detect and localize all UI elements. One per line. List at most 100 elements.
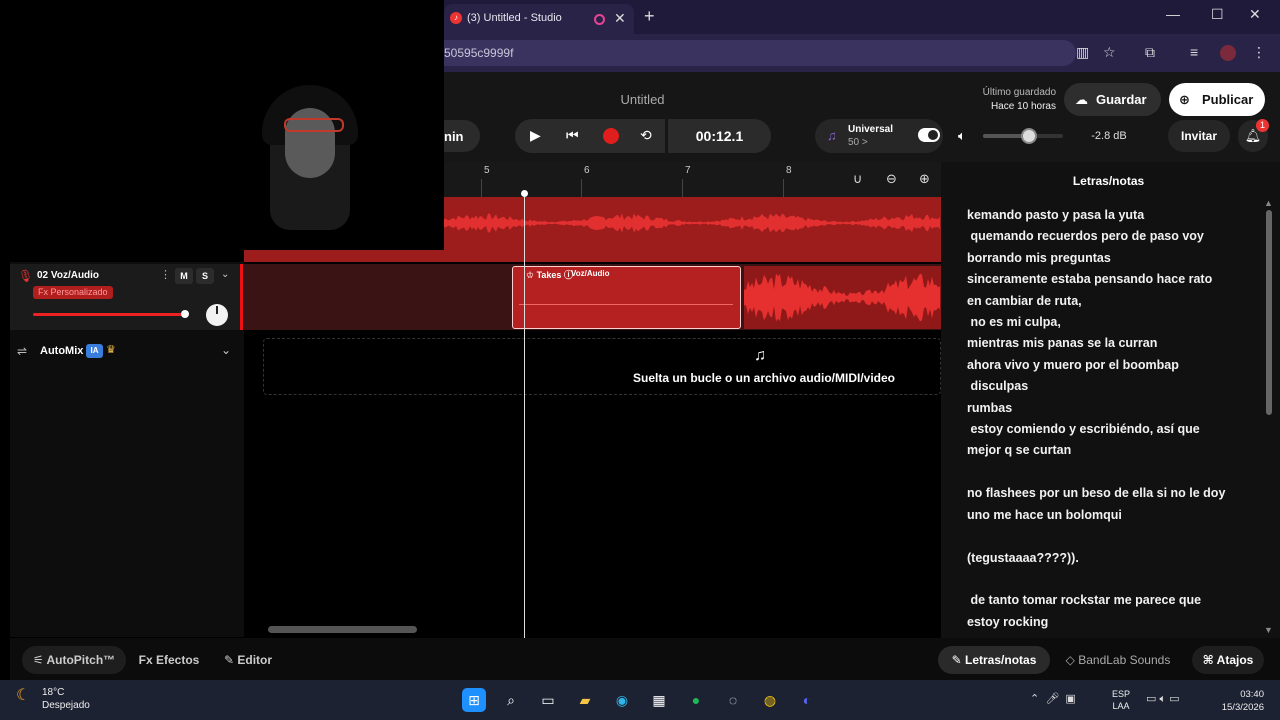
automix-chevron-icon[interactable]: ⌄ [221, 343, 231, 357]
track-menu-icon[interactable]: ⋮ [160, 268, 171, 281]
browser-tab[interactable]: ♪ (3) Untitled - Studio ✕ [444, 4, 634, 34]
scroll-down-icon[interactable]: ▼ [1264, 625, 1273, 635]
track1-audio-region[interactable] [444, 197, 941, 249]
ruler-mark: 5 [484, 165, 490, 176]
lyrics-textarea[interactable]: kemando pasto y pasa la yuta quemando re… [967, 205, 1257, 633]
autopitch-button[interactable]: ⚟ AutoPitch™ [22, 646, 126, 674]
track2-volume-slider[interactable] [33, 313, 185, 316]
discord-icon[interactable]: ◐ [795, 688, 819, 712]
taskbar-clock[interactable]: 03:40 15/3/2026 [1212, 688, 1264, 714]
webcam-overlay [0, 0, 444, 250]
url-field[interactable]: 50595c9999f [444, 40, 1076, 66]
audio-clip[interactable] [744, 266, 941, 329]
microphone-icon[interactable]: 🎙︎ [18, 269, 33, 283]
publish-button[interactable]: ⊕ Publicar [1169, 83, 1265, 116]
zoom-out-icon[interactable]: ⊖ [886, 171, 897, 187]
language-indicator[interactable]: ESP LAA [1112, 688, 1130, 712]
clip-flat-waveform [519, 304, 733, 305]
minimize-icon[interactable]: — [1166, 6, 1180, 22]
bookmark-star-icon[interactable]: ☆ [1103, 44, 1116, 61]
ruler-tick [783, 179, 784, 197]
magnet-snap-icon[interactable]: ∪ [853, 171, 863, 187]
shortcuts-button[interactable]: ⌘ Atajos [1192, 646, 1264, 674]
time-display[interactable]: 00:12.1 [668, 119, 771, 153]
track1-lane-bottom [244, 249, 941, 262]
lyrics-panel-title: Letras/notas [1072, 174, 1145, 188]
globe-icon: ⊕ [1179, 92, 1190, 107]
chevron-down-icon[interactable]: ⌄ [221, 269, 229, 280]
loop-icon[interactable]: ⟲ [640, 127, 652, 144]
maximize-icon[interactable]: ☐ [1211, 6, 1224, 23]
play-icon[interactable]: ▶ [530, 127, 541, 144]
mute-button[interactable]: M [175, 268, 193, 284]
track2-waveform [744, 273, 940, 322]
drop-zone-text: Suelta un bucle o un archivo audio/MIDI/… [632, 371, 896, 385]
ruler-mark: 6 [584, 165, 590, 176]
spotify-icon[interactable]: ● [684, 688, 708, 712]
reading-mode-icon[interactable]: ▥ [1076, 44, 1089, 61]
automix-sliders-icon: ⇌ [17, 344, 28, 358]
record-button[interactable] [603, 128, 619, 144]
effects-button[interactable]: Fx Efectos [130, 646, 208, 674]
clip-takes-label: ♔ Takes ⓘ [526, 270, 573, 280]
app-icon[interactable]: ◌ [721, 688, 745, 712]
horizontal-scrollbar[interactable] [268, 626, 417, 633]
chrome-icon[interactable]: ◍ [758, 688, 782, 712]
project-title[interactable]: Untitled [600, 92, 685, 107]
music-note-icon: ♫ [827, 128, 837, 143]
last-saved-info: Último guardado Hace 10 horas [982, 87, 1056, 112]
webcam-glasses [284, 118, 344, 132]
edge-icon[interactable]: ◉ [610, 688, 634, 712]
store-icon[interactable]: ▦ [647, 688, 671, 712]
drop-zone[interactable] [263, 338, 941, 395]
solo-button[interactable]: S [196, 268, 214, 284]
track2-volume-knob[interactable] [181, 310, 189, 318]
ruler-tick [581, 179, 582, 197]
browser-menu-icon[interactable]: ⋮ [1252, 44, 1266, 61]
windows-taskbar [0, 680, 1280, 720]
fx-preset-badge[interactable]: Fx Personalizado [33, 286, 113, 299]
automix-label[interactable]: AutoMix [40, 345, 83, 357]
view-toggle-pill[interactable]: nin [444, 120, 480, 152]
zoom-in-icon[interactable]: ⊕ [919, 171, 930, 187]
network-volume-icons[interactable]: ▭ 🔈︎ ▭ [1146, 692, 1180, 706]
bandlab-favicon-icon: ♪ [450, 12, 462, 24]
save-button[interactable]: ☁ Guardar [1064, 83, 1161, 116]
ruler-tick [682, 179, 683, 197]
profile-avatar[interactable] [1220, 45, 1236, 61]
lyrics-scrollbar[interactable] [1266, 210, 1272, 415]
search-icon[interactable]: ⌕ [499, 688, 523, 712]
track2-pan-knob[interactable] [206, 304, 228, 326]
track2-selected-indicator [240, 264, 243, 330]
scroll-up-icon[interactable]: ▲ [1264, 198, 1273, 208]
invite-button[interactable]: Invitar [1168, 120, 1230, 152]
bandlab-sounds-button[interactable]: ◇ BandLab Sounds [1054, 646, 1182, 674]
close-window-icon[interactable]: ✕ [1249, 6, 1261, 23]
system-tray[interactable]: ⌃ 🎤︎ ▣ [1030, 692, 1076, 705]
master-db-readout: -2.8 dB [1091, 130, 1127, 142]
rewind-to-start-icon[interactable]: ⏮ [566, 127, 579, 144]
crown-icon: ♛ [106, 344, 116, 356]
cloud-upload-icon: ☁ [1075, 92, 1088, 107]
speaker-icon[interactable]: 🔈︎ [958, 128, 966, 144]
notification-badge: 1 [1256, 119, 1269, 132]
lyrics-button[interactable]: ✎ Letras/notas [938, 646, 1050, 674]
extensions-icon[interactable]: ⧉ [1145, 44, 1155, 61]
editor-button[interactable]: ✎ Editor [212, 646, 284, 674]
new-tab-button[interactable]: + [644, 6, 655, 27]
start-icon[interactable]: ⊞ [462, 688, 486, 712]
ruler-mark: 7 [685, 165, 691, 176]
track1-waveform [444, 213, 940, 233]
takes-clip[interactable]: ♔ Takes ⓘ Voz/Audio [512, 266, 741, 329]
recording-indicator-icon [594, 14, 605, 25]
track2-name[interactable]: 02 Voz/Audio [37, 270, 99, 281]
ruler-tick [481, 179, 482, 197]
ruler-mark: 8 [786, 165, 792, 176]
file-explorer-icon[interactable]: ▰ [573, 688, 597, 712]
metronome-toggle[interactable] [918, 128, 940, 142]
media-control-icon[interactable]: ≡ [1190, 44, 1198, 60]
playhead-handle[interactable] [521, 190, 528, 197]
task-view-icon[interactable]: ▭ [536, 688, 560, 712]
close-tab-icon[interactable]: ✕ [614, 10, 626, 27]
playhead[interactable] [524, 192, 525, 638]
